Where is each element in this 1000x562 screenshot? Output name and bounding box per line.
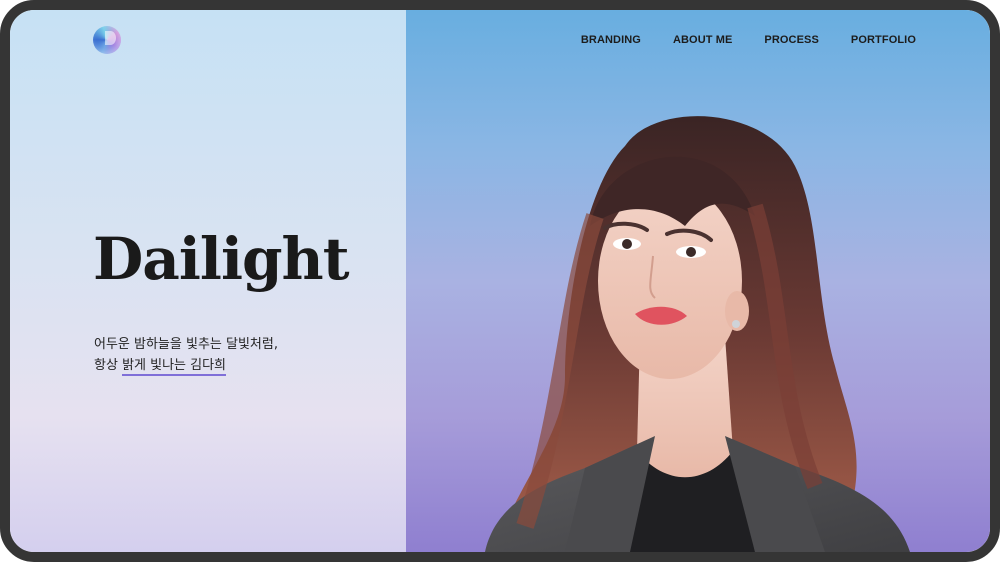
tagline-line-2: 항상 밝게 빛나는 김다희 xyxy=(94,355,278,376)
woman-portrait-image xyxy=(485,116,910,552)
main-nav: BRANDING ABOUT ME PROCESS PORTFOLIO xyxy=(581,34,916,46)
tagline-line-1: 어두운 밤하늘을 빛추는 달빛처럼, xyxy=(94,337,278,352)
nav-item-about-me[interactable]: ABOUT ME xyxy=(673,34,732,46)
brand-title: Dailight xyxy=(93,225,349,293)
nav-item-branding[interactable]: BRANDING xyxy=(581,34,641,46)
tagline-line-2-prefix: 항상 xyxy=(94,358,123,373)
tagline-highlight: 밝게 빛나는 김다희 xyxy=(122,358,227,376)
device-frame: Dailight 어두운 밤하늘을 빛추는 달빛처럼, 항상 밝게 빛나는 김다… xyxy=(0,0,1000,562)
hero-left-panel: Dailight 어두운 밤하늘을 빛추는 달빛처럼, 항상 밝게 빛나는 김다… xyxy=(10,10,406,552)
page: Dailight 어두운 밤하늘을 빛추는 달빛처럼, 항상 밝게 빛나는 김다… xyxy=(0,0,1000,562)
nav-item-portfolio[interactable]: PORTFOLIO xyxy=(851,34,916,46)
hero-tagline: 어두운 밤하늘을 빛추는 달빛처럼, 항상 밝게 빛나는 김다희 xyxy=(94,334,278,376)
gradient-orb-logo-icon[interactable] xyxy=(93,26,121,54)
nav-item-process[interactable]: PROCESS xyxy=(764,34,819,46)
